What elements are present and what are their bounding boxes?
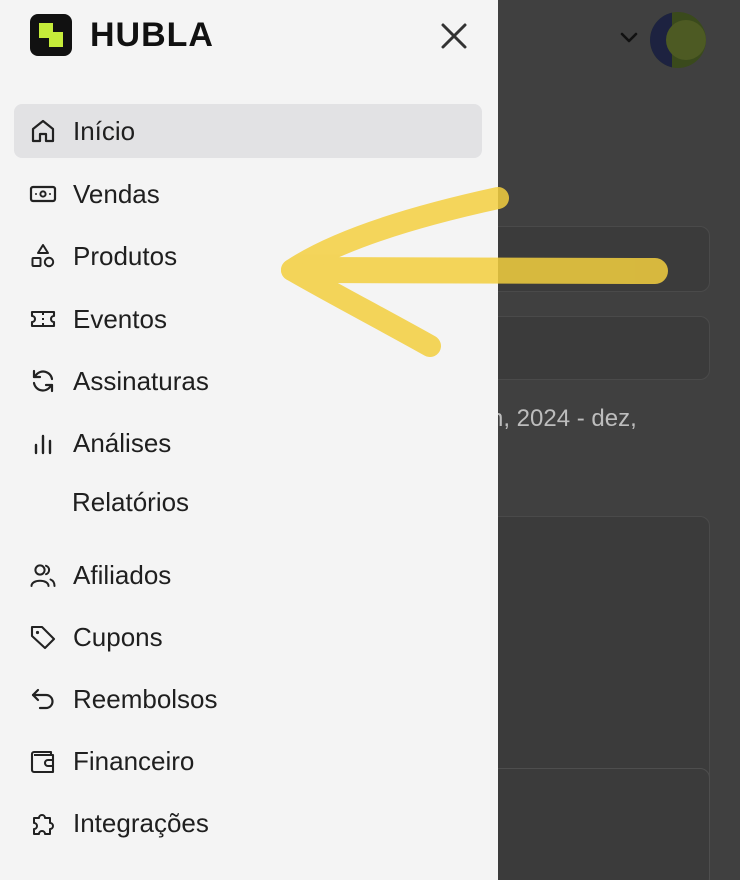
- close-icon: [441, 23, 467, 49]
- sidebar-item-cupons[interactable]: Cupons: [14, 610, 482, 664]
- hubla-logo-icon: [30, 14, 72, 56]
- sidebar-drawer: HUBLA Início Vendas Produtos Eventos Ass…: [0, 0, 498, 880]
- background-chart-inner: [490, 768, 710, 880]
- sidebar-item-inicio[interactable]: Início: [14, 104, 482, 158]
- undo-icon: [28, 684, 58, 714]
- refresh-icon: [28, 366, 58, 396]
- sidebar-item-label: Início: [73, 115, 136, 146]
- ticket-icon: [28, 304, 58, 334]
- users-icon: [28, 560, 58, 590]
- sidebar-item-eventos[interactable]: Eventos: [14, 292, 482, 346]
- sidebar-item-financeiro[interactable]: Financeiro: [14, 734, 482, 788]
- sidebar-item-analises[interactable]: Análises: [14, 416, 482, 470]
- sidebar-item-afiliados[interactable]: Afiliados: [14, 548, 482, 602]
- sidebar-item-produtos[interactable]: Produtos: [14, 229, 482, 283]
- sidebar-item-label: Integrações: [73, 807, 209, 838]
- home-icon: [28, 116, 58, 146]
- close-button[interactable]: [436, 18, 472, 54]
- sidebar-item-vendas[interactable]: Vendas: [14, 167, 482, 221]
- sidebar-item-label: Produtos: [73, 240, 178, 271]
- brand-name: HUBLA: [90, 15, 214, 54]
- banknote-icon: [28, 179, 58, 209]
- sidebar-item-label: Relatórios: [72, 486, 190, 517]
- bar-chart-icon: [28, 428, 58, 458]
- avatar[interactable]: [650, 12, 706, 68]
- sidebar-item-integracoes[interactable]: Integrações: [14, 796, 482, 850]
- puzzle-icon: [28, 808, 58, 838]
- sidebar-item-label: Reembolsos: [73, 683, 218, 714]
- sidebar-item-label: Análises: [73, 427, 172, 458]
- sidebar-item-label: Eventos: [73, 303, 167, 334]
- sidebar-subitem-relatorios[interactable]: Relatórios: [72, 482, 189, 522]
- wallet-icon: [28, 746, 58, 776]
- shapes-icon: [28, 241, 58, 271]
- background-card: [470, 226, 710, 292]
- sidebar-item-reembolsos[interactable]: Reembolsos: [14, 672, 482, 726]
- sidebar-item-label: Cupons: [73, 621, 163, 652]
- date-range-text: n, 2024 - dez,: [490, 405, 637, 432]
- sidebar-item-label: Vendas: [73, 178, 160, 209]
- tag-icon: [28, 622, 58, 652]
- sidebar-item-label: Afiliados: [73, 559, 172, 590]
- sidebar-item-label: Assinaturas: [73, 365, 209, 396]
- sidebar-item-assinaturas[interactable]: Assinaturas: [14, 354, 482, 408]
- background-card: [470, 316, 710, 380]
- brand[interactable]: HUBLA: [30, 14, 214, 56]
- sidebar-item-label: Financeiro: [73, 745, 195, 776]
- chevron-down-icon[interactable]: [618, 26, 640, 48]
